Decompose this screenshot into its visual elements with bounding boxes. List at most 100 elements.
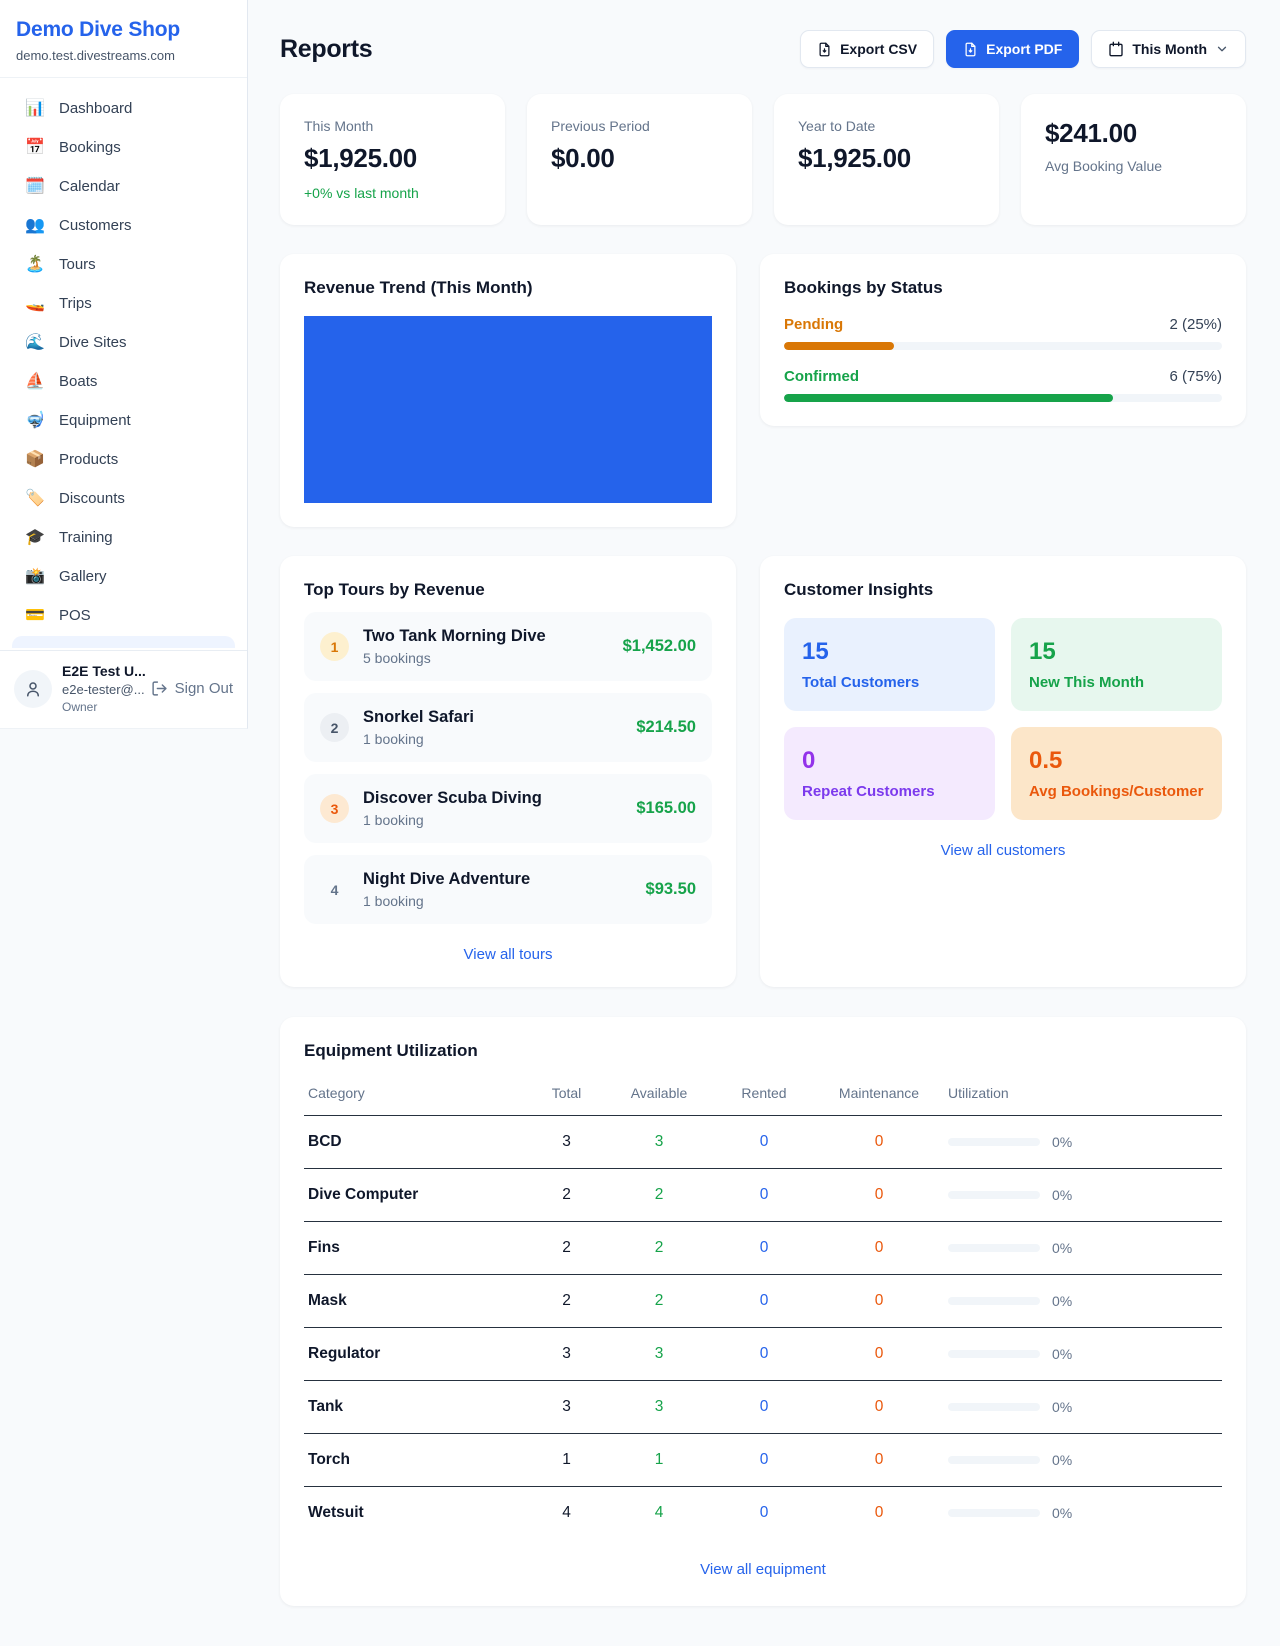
sidebar-nav: 📊 Dashboard 📅 Bookings 🗓️ Calendar 👥 Cus… xyxy=(0,78,247,650)
sign-out-button[interactable]: Sign Out xyxy=(151,680,233,697)
sidebar-item-trips[interactable]: 🚤 Trips xyxy=(12,285,235,322)
tour-amount: $214.50 xyxy=(636,718,696,737)
tour-bookings: 1 booking xyxy=(363,731,622,747)
shop-domain: demo.test.divestreams.com xyxy=(16,48,231,63)
stat-label: Previous Period xyxy=(551,118,728,134)
person-icon xyxy=(24,680,42,698)
tile-label: Avg Bookings/Customer xyxy=(1029,783,1204,800)
tour-row: 3 Discover Scuba Diving 1 booking $165.0… xyxy=(304,774,712,843)
export-csv-button[interactable]: Export CSV xyxy=(800,30,934,68)
card-title: Equipment Utilization xyxy=(304,1041,1222,1061)
utilization-bar xyxy=(948,1403,1040,1411)
tile-avg-bookings-customer: 0.5 Avg Bookings/Customer xyxy=(1011,727,1222,820)
avatar xyxy=(14,670,52,708)
revenue-trend-chart xyxy=(304,316,712,503)
user-email: e2e-tester@... xyxy=(62,682,141,697)
tag-icon: 🏷️ xyxy=(24,491,46,507)
card-title: Bookings by Status xyxy=(784,278,1222,298)
table-row: Tank 3 3 0 0 0% xyxy=(304,1381,1222,1434)
sidebar-item-label: POS xyxy=(59,607,91,624)
spiral-calendar-icon: 🗓️ xyxy=(24,179,46,195)
sidebar-item-gallery[interactable]: 📸 Gallery xyxy=(12,558,235,595)
sidebar-item-equipment[interactable]: 🤿 Equipment xyxy=(12,402,235,439)
chevron-down-icon xyxy=(1215,42,1229,56)
calendar-icon: 📅 xyxy=(24,140,46,156)
customer-insights-card: Customer Insights 15 Total Customers 15 … xyxy=(760,556,1246,987)
sidebar-active-item-peek[interactable] xyxy=(12,636,235,648)
sidebar-item-dive-sites[interactable]: 🌊 Dive Sites xyxy=(12,324,235,361)
stat-value: $0.00 xyxy=(551,143,728,174)
card-title: Customer Insights xyxy=(784,580,1222,600)
tour-row: 4 Night Dive Adventure 1 booking $93.50 xyxy=(304,855,712,924)
bar-chart-icon: 📊 xyxy=(24,101,46,117)
sidebar-item-pos[interactable]: 💳 POS xyxy=(12,597,235,634)
user-role: Owner xyxy=(62,700,141,714)
status-row-pending: Pending 2 (25%) xyxy=(784,316,1222,350)
sidebar-item-discounts[interactable]: 🏷️ Discounts xyxy=(12,480,235,517)
export-pdf-button[interactable]: Export PDF xyxy=(946,30,1079,68)
main-content: Reports Export CSV Export PDF This Month… xyxy=(248,0,1280,1646)
column-header: Total xyxy=(529,1075,604,1116)
progress-track xyxy=(784,342,1222,350)
sidebar-item-label: Tours xyxy=(59,256,96,273)
column-header: Rented xyxy=(714,1075,814,1116)
sidebar-item-bookings[interactable]: 📅 Bookings xyxy=(12,129,235,166)
status-count: 2 (25%) xyxy=(1169,316,1222,333)
period-select[interactable]: This Month xyxy=(1091,30,1246,68)
stat-label: Year to Date xyxy=(798,118,975,134)
camera-icon: 📸 xyxy=(24,569,46,585)
bookings-by-status-card: Bookings by Status Pending 2 (25%) Confi… xyxy=(760,254,1246,426)
sidebar-item-label: Discounts xyxy=(59,490,125,507)
column-header: Category xyxy=(304,1075,529,1116)
utilization-bar xyxy=(948,1456,1040,1464)
sidebar-item-label: Gallery xyxy=(59,568,107,585)
sidebar-item-tours[interactable]: 🏝️ Tours xyxy=(12,246,235,283)
tour-name: Two Tank Morning Dive xyxy=(363,627,609,646)
sidebar-item-dashboard[interactable]: 📊 Dashboard xyxy=(12,90,235,127)
stat-card-year-to-date: Year to Date $1,925.00 xyxy=(774,94,999,225)
sidebar-item-training[interactable]: 🎓 Training xyxy=(12,519,235,556)
rank-badge: 3 xyxy=(320,794,349,823)
sidebar-item-label: Customers xyxy=(59,217,132,234)
sidebar-item-products[interactable]: 📦 Products xyxy=(12,441,235,478)
view-all-customers-link[interactable]: View all customers xyxy=(784,842,1222,859)
sidebar-item-boats[interactable]: ⛵ Boats xyxy=(12,363,235,400)
table-row: Regulator 3 3 0 0 0% xyxy=(304,1328,1222,1381)
rank-badge: 1 xyxy=(320,632,349,661)
tour-bookings: 1 booking xyxy=(363,893,632,909)
tour-amount: $165.00 xyxy=(636,799,696,818)
stat-cards: This Month $1,925.00 +0% vs last month P… xyxy=(280,94,1246,225)
people-icon: 👥 xyxy=(24,218,46,234)
equipment-table: Category Total Available Rented Maintena… xyxy=(304,1075,1222,1539)
sidebar: Demo Dive Shop demo.test.divestreams.com… xyxy=(0,0,248,729)
view-all-equipment-link[interactable]: View all equipment xyxy=(304,1561,1222,1578)
file-icon xyxy=(817,42,832,57)
sailboat-icon: ⛵ xyxy=(24,374,46,390)
stat-card-previous-period: Previous Period $0.00 xyxy=(527,94,752,225)
file-icon xyxy=(963,42,978,57)
view-all-tours-link[interactable]: View all tours xyxy=(304,946,712,963)
tile-label: Total Customers xyxy=(802,674,977,691)
sidebar-item-label: Dive Sites xyxy=(59,334,127,351)
wave-icon: 🌊 xyxy=(24,335,46,351)
calendar-icon xyxy=(1108,41,1124,57)
utilization-bar xyxy=(948,1509,1040,1517)
package-icon: 📦 xyxy=(24,452,46,468)
stat-value: $1,925.00 xyxy=(304,143,481,174)
tile-repeat-customers: 0 Repeat Customers xyxy=(784,727,995,820)
top-tours-card: Top Tours by Revenue 1 Two Tank Morning … xyxy=(280,556,736,987)
island-icon: 🏝️ xyxy=(24,257,46,273)
sidebar-item-calendar[interactable]: 🗓️ Calendar xyxy=(12,168,235,205)
sidebar-item-label: Training xyxy=(59,529,113,546)
credit-card-icon: 💳 xyxy=(24,608,46,624)
sidebar-header: Demo Dive Shop demo.test.divestreams.com xyxy=(0,0,247,78)
tile-new-this-month: 15 New This Month xyxy=(1011,618,1222,711)
tile-label: New This Month xyxy=(1029,674,1204,691)
table-row: Torch 1 1 0 0 0% xyxy=(304,1434,1222,1487)
sidebar-item-customers[interactable]: 👥 Customers xyxy=(12,207,235,244)
sidebar-item-label: Boats xyxy=(59,373,97,390)
status-row-confirmed: Confirmed 6 (75%) xyxy=(784,368,1222,402)
utilization-bar xyxy=(948,1138,1040,1146)
tile-total-customers: 15 Total Customers xyxy=(784,618,995,711)
speedboat-icon: 🚤 xyxy=(24,296,46,312)
